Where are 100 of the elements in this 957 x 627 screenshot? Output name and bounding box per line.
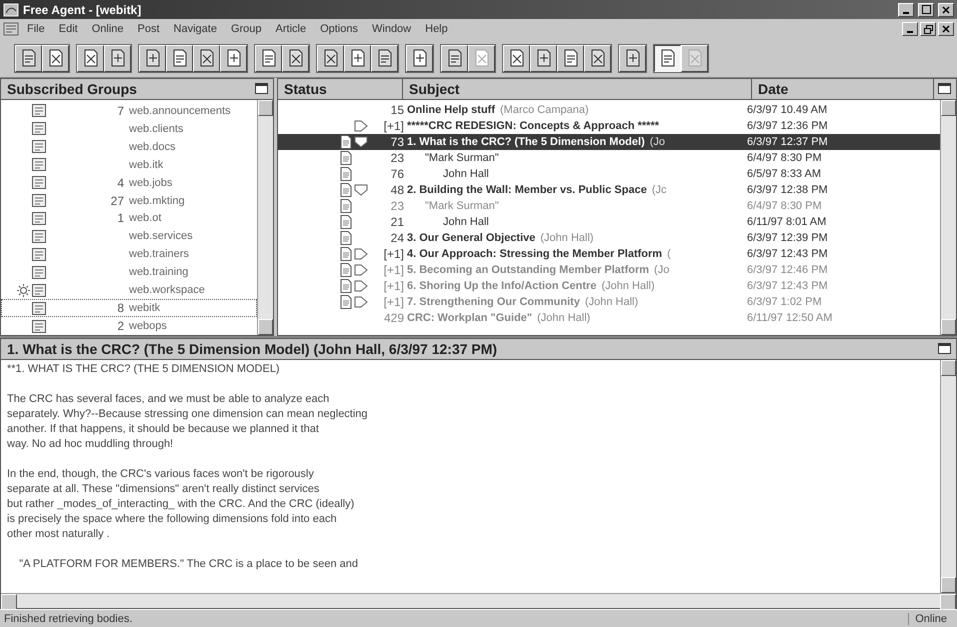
subject-text: CRC: Workplan "Guide" bbox=[406, 312, 532, 324]
date-text: 6/4/97 8:30 PM bbox=[746, 152, 822, 164]
newsgroup-row[interactable]: 2 webops bbox=[1, 317, 257, 335]
newsgroup-row[interactable]: web.trainers bbox=[1, 245, 257, 264]
scrollbar[interactable] bbox=[940, 100, 956, 335]
newsgroup-row[interactable]: 8 webitk bbox=[1, 299, 257, 318]
menu-item[interactable]: Article bbox=[270, 23, 312, 35]
message-row[interactable]: [+1] 5. Becoming an Outstanding Member Platform (Jo 6/3/97 12:46 PM bbox=[278, 262, 940, 278]
group-name: web.trainers bbox=[128, 248, 189, 260]
caret-down-icon[interactable] bbox=[354, 184, 368, 196]
message-row[interactable]: 73 1. What is the CRC? (The 5 Dimension Model) (Jo 6/3/97 12:37 PM bbox=[278, 134, 940, 150]
reply-count: [+1] bbox=[382, 279, 404, 293]
unread-count: 27 bbox=[110, 194, 124, 208]
close-icon bbox=[942, 6, 950, 14]
message-row[interactable]: 21 John Hall 6/11/97 8:01 AM bbox=[278, 214, 940, 230]
message-row[interactable]: 429 CRC: Workplan "Guide" (John Hall) 6/11/97 12:50 AM bbox=[278, 310, 940, 326]
message-row[interactable]: 23 "Mark Surman" 6/4/97 8:30 PM bbox=[278, 150, 940, 166]
maximize-pane-icon[interactable] bbox=[938, 343, 952, 355]
menu-item[interactable]: Edit bbox=[52, 23, 84, 35]
subject-text: "Mark Surman" bbox=[424, 200, 499, 212]
toolbar-button[interactable] bbox=[654, 44, 681, 72]
newsgroup-icon bbox=[32, 194, 46, 208]
newsgroup-row[interactable]: web.itk bbox=[1, 156, 257, 174]
message-row[interactable]: 48 2. Building the Wall: Member vs. Public Space (Jc 6/3/97 12:38 PM bbox=[278, 182, 940, 198]
caret-down-icon[interactable] bbox=[354, 136, 368, 148]
reply-count: [+1] bbox=[382, 119, 404, 133]
newsgroup-row[interactable]: 4 web.jobs bbox=[1, 174, 257, 192]
newsgroup-icon bbox=[32, 176, 46, 190]
subject-text: *****CRC REDESIGN: Concepts & Approach ***** bbox=[406, 120, 660, 132]
date-text: 6/4/97 8:30 PM bbox=[746, 200, 822, 212]
maximize-button[interactable] bbox=[918, 2, 934, 16]
connection-status: Online bbox=[908, 612, 953, 624]
pane-title: Subscribed Groups bbox=[6, 81, 138, 97]
maximize-pane-icon[interactable] bbox=[255, 83, 269, 95]
horizontal-scrollbar[interactable] bbox=[1, 593, 956, 608]
column-header[interactable]: Status bbox=[278, 79, 403, 99]
message-row[interactable]: [+1] 7. Strengthening Our Community (John Hall) 6/3/97 1:02 PM bbox=[278, 294, 940, 310]
subject-text: Online Help stuff bbox=[406, 104, 495, 116]
newsgroup-icon bbox=[32, 248, 46, 261]
message-row[interactable]: 76 John Hall 6/5/97 8:33 AM bbox=[278, 166, 940, 182]
subject-text: 2. Building the Wall: Member vs. Public Space bbox=[406, 184, 647, 196]
newsgroup-row[interactable]: web.services bbox=[1, 227, 257, 246]
menu-item[interactable]: Options bbox=[314, 23, 364, 35]
message-row[interactable]: [+1] 6. Shoring Up the Info/Action Centre (John Hall) 6/3/97 12:43 PM bbox=[278, 278, 940, 294]
newsgroup-row[interactable]: 27 web.mkting bbox=[1, 192, 257, 210]
unread-count: 4 bbox=[116, 176, 124, 190]
menu-item[interactable]: Help bbox=[419, 23, 454, 35]
document-icon bbox=[340, 295, 352, 309]
reply-count: 76 bbox=[390, 167, 404, 181]
document-icon bbox=[340, 247, 352, 261]
scrollbar[interactable] bbox=[940, 360, 956, 593]
date-text: 6/11/97 8:01 AM bbox=[746, 216, 826, 228]
minimize-button[interactable] bbox=[898, 2, 914, 16]
unread-count: 7 bbox=[116, 104, 124, 118]
message-row[interactable]: 23 "Mark Surman" 6/4/97 8:30 PM bbox=[278, 198, 940, 214]
minimize-icon bbox=[907, 31, 913, 33]
newsgroup-row[interactable]: 1 web.ot bbox=[1, 210, 257, 228]
caret-right-icon[interactable] bbox=[354, 296, 368, 308]
column-header[interactable]: Date bbox=[752, 79, 934, 99]
menu-item[interactable]: File bbox=[21, 23, 51, 35]
message-row[interactable]: [+1] *****CRC REDESIGN: Concepts & Approach ***** 6/3/97 12:36 PM bbox=[278, 118, 940, 134]
caret-right-icon[interactable] bbox=[354, 280, 368, 292]
message-row[interactable]: 24 3. Our General Objective (John Hall) 6/3/97 12:39 PM bbox=[278, 230, 940, 246]
close-button[interactable] bbox=[938, 2, 954, 16]
newsgroup-row[interactable]: web.docs bbox=[1, 138, 257, 156]
newsgroup-row[interactable]: web.clients bbox=[1, 120, 257, 138]
date-text: 6/3/97 12:38 PM bbox=[746, 184, 828, 196]
date-text: 6/3/97 12:43 PM bbox=[746, 280, 828, 292]
subject-text: John Hall bbox=[442, 216, 489, 228]
reply-count: [+1] bbox=[382, 247, 404, 261]
menu-item[interactable]: Post bbox=[132, 23, 166, 35]
message-row[interactable]: [+1] 4. Our Approach: Stressing the Member Platform ( 6/3/97 12:43 PM bbox=[278, 246, 940, 262]
scrollbar[interactable] bbox=[257, 100, 273, 335]
subject-text: 1. What is the CRC? (The 5 Dimension Model) bbox=[406, 136, 645, 148]
newsgroup-row[interactable]: web.workspace bbox=[1, 281, 257, 300]
newsgroup-row[interactable]: 7 web.announcements bbox=[1, 102, 257, 120]
caret-right-icon[interactable] bbox=[354, 248, 368, 260]
caret-right-icon[interactable] bbox=[354, 120, 368, 132]
maximize-pane-icon[interactable] bbox=[938, 83, 952, 95]
menu-item[interactable]: Navigate bbox=[168, 23, 223, 35]
status-message: Finished retrieving bodies. bbox=[4, 612, 134, 624]
newsgroup-icon bbox=[32, 230, 46, 243]
menu-item[interactable]: Group bbox=[224, 23, 268, 35]
reply-count: 48 bbox=[390, 183, 404, 197]
app-icon bbox=[3, 2, 19, 16]
restore-button[interactable] bbox=[920, 22, 936, 36]
subject-text: "Mark Surman" bbox=[424, 152, 499, 164]
newsgroup-row[interactable]: web.training bbox=[1, 263, 257, 282]
date-text: 6/3/97 12:46 PM bbox=[746, 264, 828, 276]
menu-item[interactable]: Online bbox=[86, 23, 130, 35]
message-row[interactable]: 15 Online Help stuff (Marco Campana) 6/3/97 10.49 AM bbox=[278, 102, 940, 118]
group-name: web.services bbox=[128, 230, 193, 242]
group-name: webitk bbox=[128, 302, 160, 314]
author-text: (John Hall) bbox=[600, 280, 655, 292]
minimize-button[interactable] bbox=[902, 22, 918, 36]
close-button[interactable] bbox=[938, 22, 954, 36]
unread-count: 8 bbox=[116, 301, 124, 316]
caret-right-icon[interactable] bbox=[354, 264, 368, 276]
column-header[interactable]: Subject bbox=[403, 79, 752, 99]
menu-item[interactable]: Window bbox=[366, 23, 418, 35]
